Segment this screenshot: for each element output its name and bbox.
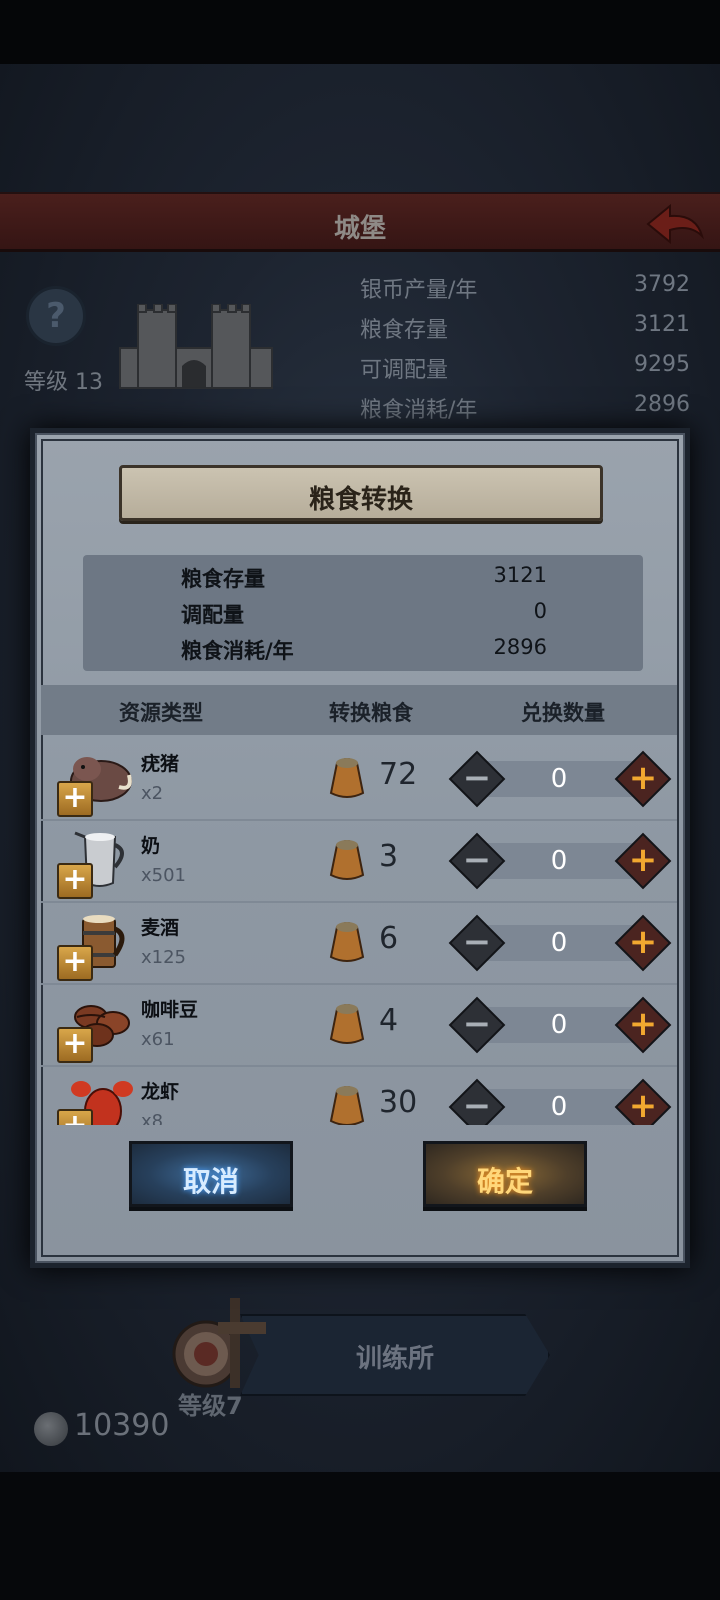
archery-target-icon	[172, 1298, 266, 1388]
list-item: + 咖啡豆 x61 4 − 0 +	[41, 985, 677, 1067]
item-list[interactable]: + 疣猪 x2 72 − 0 + + 奶 x501 3 − 0 + + 麦酒 x…	[41, 735, 677, 1125]
plus-icon: +	[628, 1004, 658, 1044]
column-resource-type: 资源类型	[119, 701, 203, 725]
food-sack-icon	[329, 922, 365, 962]
confirm-button[interactable]: 确定	[423, 1141, 587, 1207]
list-item: + 龙虾 x8 30 − 0 +	[41, 1067, 677, 1125]
food-value: 3	[379, 839, 399, 874]
quantity-stepper: − 0 +	[448, 996, 672, 1054]
training-hall-label: 训练所	[355, 1344, 434, 1374]
food-value: 4	[379, 1003, 399, 1038]
food-value: 72	[379, 757, 418, 792]
food-sack-icon	[329, 758, 365, 798]
stat-row: 粮食消耗/年 2896	[360, 392, 690, 423]
column-convert-food: 转换粮食	[329, 701, 413, 725]
training-hall-level: 等级7	[178, 1392, 243, 1420]
plus-icon: +	[628, 758, 658, 798]
food-conversion-dialog: 粮食转换 粮食存量 3121 调配量 0 粮食消耗/年 2896 资源类型 转换粮食 …	[30, 428, 690, 1268]
add-item-button[interactable]: +	[57, 1027, 93, 1063]
food-sack-icon	[329, 1004, 365, 1044]
quantity-stepper: − 0 +	[448, 750, 672, 808]
back-arrow-icon[interactable]	[644, 202, 706, 246]
navigation-bar-area	[0, 1472, 720, 1600]
summary-row: 调配量 0	[181, 599, 547, 627]
add-item-button[interactable]: +	[57, 945, 93, 981]
food-value: 30	[379, 1085, 418, 1120]
item-name: 龙虾	[141, 1081, 180, 1103]
item-name: 疣猪	[141, 753, 180, 775]
column-exchange-qty: 兑换数量	[521, 701, 605, 725]
silver-coin-icon	[34, 1412, 68, 1446]
status-bar	[0, 0, 720, 64]
stat-row: 粮食存量 3121	[360, 312, 690, 343]
silver-amount: 10390	[74, 1408, 170, 1443]
item-name: 咖啡豆	[141, 999, 199, 1021]
food-sack-icon	[329, 1086, 365, 1125]
plus-icon: +	[628, 840, 658, 880]
list-item: + 奶 x501 3 − 0 +	[41, 821, 677, 903]
plus-icon: +	[628, 1086, 658, 1125]
summary-row: 粮食存量 3121	[181, 563, 547, 591]
item-count: x8	[141, 1111, 164, 1125]
table-header: 资源类型 转换粮食 兑换数量	[41, 685, 677, 735]
castle-level: 等级 13	[24, 370, 103, 395]
cancel-label: 取消	[182, 1165, 239, 1198]
item-count: x61	[141, 1029, 175, 1050]
list-item: + 麦酒 x125 6 − 0 +	[41, 903, 677, 985]
food-sack-icon	[329, 840, 365, 880]
item-count: x125	[141, 947, 187, 968]
quantity-stepper: − 0 +	[448, 914, 672, 972]
food-value: 6	[379, 921, 399, 956]
add-item-button[interactable]: +	[57, 863, 93, 899]
cancel-button[interactable]: 取消	[129, 1141, 293, 1207]
dialog-title: 粮食转换	[308, 485, 413, 515]
item-count: x2	[141, 783, 164, 804]
castle-title: 城堡	[333, 214, 386, 244]
help-icon[interactable]: ?	[26, 286, 86, 346]
quantity-stepper: − 0 +	[448, 1078, 672, 1125]
item-count: x501	[141, 865, 187, 886]
castle-header: 城堡	[0, 192, 720, 252]
item-name: 奶	[141, 835, 161, 857]
add-item-button[interactable]: +	[57, 1109, 93, 1125]
list-item: + 疣猪 x2 72 − 0 +	[41, 739, 677, 821]
stat-row: 可调配量 9295	[360, 352, 690, 383]
castle-stats: 银币产量/年 3792 粮食存量 3121 可调配量 9295 粮食消耗/年 2896	[360, 272, 690, 432]
stat-row: 银币产量/年 3792	[360, 272, 690, 303]
plus-icon: +	[628, 922, 658, 962]
quantity-stepper: − 0 +	[448, 832, 672, 890]
castle-icon	[119, 304, 273, 389]
confirm-label: 确定	[476, 1165, 533, 1198]
food-summary: 粮食存量 3121 调配量 0 粮食消耗/年 2896	[83, 555, 643, 671]
dialog-title-plate: 粮食转换	[119, 465, 603, 521]
add-item-button[interactable]: +	[57, 781, 93, 817]
item-name: 麦酒	[141, 917, 180, 939]
summary-row: 粮食消耗/年 2896	[181, 635, 547, 663]
